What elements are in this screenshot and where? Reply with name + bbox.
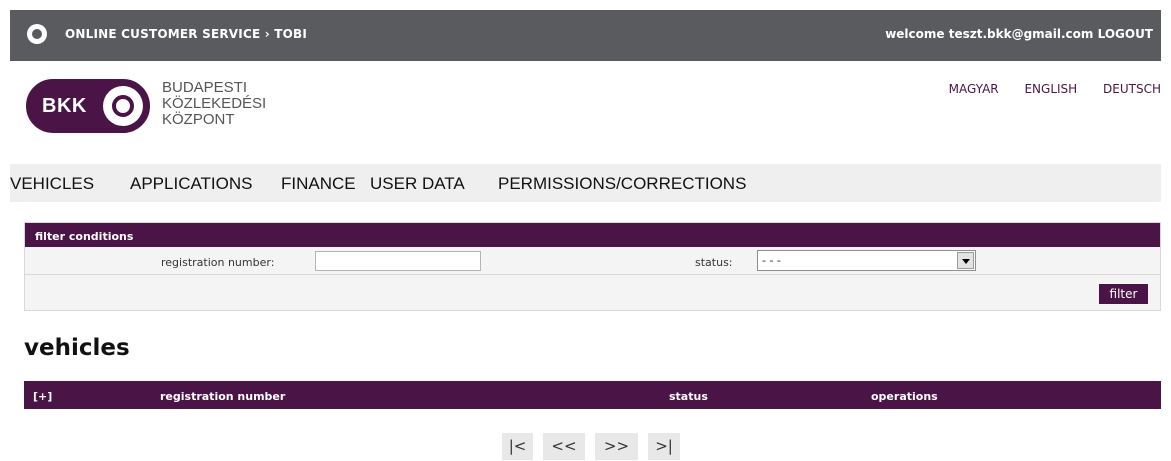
breadcrumb[interactable]: ONLINE CUSTOMER SERVICE › TOBI [65,27,307,41]
logo-line-1: BUDAPESTI [162,79,248,96]
registration-input[interactable] [315,251,481,271]
status-select[interactable]: - - - [757,250,976,271]
page-title: vehicles [24,335,130,361]
lang-deutsch[interactable]: DEUTSCH [1103,82,1161,96]
logo-line-2: KÖZLEKEDÉSI [162,95,267,112]
next-page-button[interactable]: >> [595,433,638,460]
filter-panel: filter conditions registration number: s… [24,222,1161,311]
filter-row: registration number: status: - - - [25,248,1160,275]
top-bar: ONLINE CUSTOMER SERVICE › TOBI welcome t… [10,10,1161,61]
nav-applications[interactable]: APPLICATIONS [130,174,253,194]
ring-icon [27,24,47,44]
column-status[interactable]: status [669,390,708,403]
lang-magyar[interactable]: MAGYAR [949,82,999,96]
first-page-button[interactable]: |< [502,433,533,460]
main-nav: VEHICLES APPLICATIONS FINANCE USER DATA … [10,164,1161,202]
nav-permissions[interactable]: PERMISSIONS/CORRECTIONS [498,174,746,194]
language-switcher: MAGYAR ENGLISH DEUTSCH [927,82,1161,96]
registration-label: registration number: [161,256,275,269]
status-selected-value: - - - [762,254,781,267]
last-page-button[interactable]: >| [648,433,680,460]
bkk-logo[interactable]: BKK [26,79,150,133]
nav-user-data[interactable]: USER DATA [370,174,465,194]
welcome-area: welcome teszt.bkk@gmail.com LOGOUT [885,27,1153,41]
expand-all-toggle[interactable]: [+] [33,390,52,403]
status-label: status: [695,256,733,269]
vehicles-table-header: [+] registration number status operation… [24,381,1161,409]
logout-link[interactable]: LOGOUT [1098,27,1153,41]
logo-line-3: KÖZPONT [162,111,235,128]
welcome-text: welcome teszt.bkk@gmail.com [885,27,1094,41]
logo-mark: BKK [42,95,87,117]
nav-vehicles[interactable]: VEHICLES [10,174,94,194]
filter-button[interactable]: filter [1099,284,1148,304]
filter-heading: filter conditions [25,223,1160,247]
logo-text: BUDAPESTI KÖZLEKEDÉSI KÖZPONT [162,80,266,128]
nav-finance[interactable]: FINANCE [281,174,356,194]
column-registration-number[interactable]: registration number [160,390,285,403]
column-operations: operations [871,390,938,403]
logo-circle-icon [103,86,143,126]
previous-page-button[interactable]: << [543,433,585,460]
chevron-down-icon[interactable] [957,252,974,269]
lang-english[interactable]: ENGLISH [1024,82,1077,96]
